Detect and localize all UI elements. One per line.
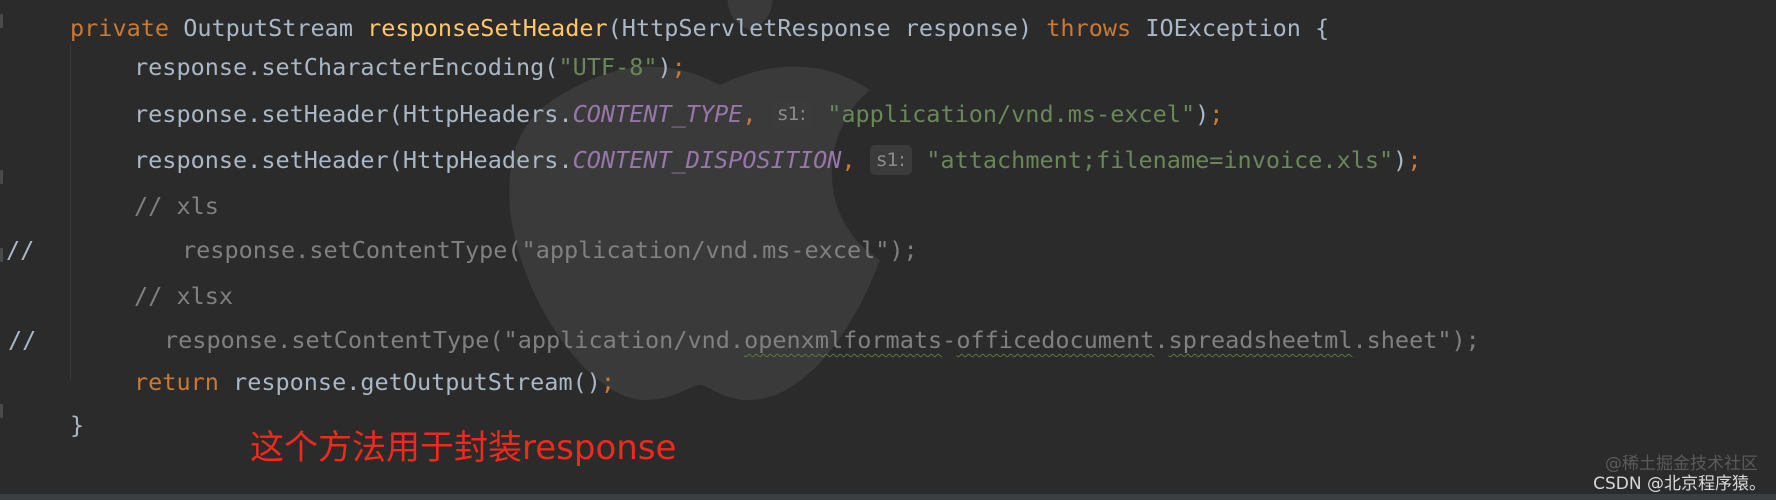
code-token: openxmlformats: [744, 326, 943, 354]
code-token: response.setContentType("application/vnd…: [164, 326, 745, 354]
code-line[interactable]: return response.getOutputStream();: [134, 362, 615, 402]
code-token: ): [657, 53, 672, 81]
code-token: response.setCharacterEncoding(: [134, 53, 559, 81]
code-line[interactable]: response.setHeader(HttpHeaders.CONTENT_T…: [134, 94, 1223, 134]
code-token: ;: [1407, 146, 1422, 174]
code-token: .: [1154, 326, 1169, 354]
code-line[interactable]: response.setCharacterEncoding("UTF-8");: [134, 47, 686, 87]
code-token: CONTENT_DISPOSITION: [572, 146, 842, 174]
code-token: ;: [671, 53, 686, 81]
code-token: private: [70, 14, 184, 42]
parameter-hint: s1:: [869, 145, 913, 175]
code-line[interactable]: response.setContentType("application/vnd…: [182, 230, 918, 270]
code-token: ,: [742, 100, 771, 128]
code-token: IOException {: [1145, 14, 1330, 42]
code-line[interactable]: response.setHeader(HttpHeaders.CONTENT_D…: [134, 140, 1421, 180]
code-token: // xls: [134, 192, 219, 220]
code-line[interactable]: }: [70, 405, 84, 445]
code-token: "attachment;filename=invoice.xls": [926, 146, 1394, 174]
code-token: "UTF-8": [558, 53, 658, 81]
code-token: responseSetHeader: [367, 14, 608, 42]
code-token: ;: [1209, 100, 1224, 128]
code-token: ): [1195, 100, 1210, 128]
code-token: "application/vnd.ms-excel": [827, 100, 1196, 128]
red-annotation-text: 这个方法用于封装response: [250, 428, 677, 468]
code-token: -: [942, 326, 957, 354]
code-line[interactable]: private OutputStream responseSetHeader(H…: [70, 8, 1329, 48]
code-line[interactable]: // xls: [134, 186, 219, 226]
editor-bottom-edge: [0, 494, 1776, 500]
code-token: throws: [1046, 14, 1146, 42]
gutter-comment-mark: //: [6, 236, 35, 264]
code-token: response.setContentType("application/vnd…: [182, 236, 918, 264]
code-token: return: [134, 368, 234, 396]
code-token: }: [70, 411, 85, 439]
code-line[interactable]: response.setContentType("application/vnd…: [164, 320, 1480, 360]
gutter-comment-mark: //: [8, 326, 37, 354]
code-editor[interactable]: private OutputStream responseSetHeader(H…: [0, 0, 1776, 500]
code-token: ;: [600, 368, 616, 396]
code-token: response.getOutputStream(): [233, 368, 601, 396]
csdn-credit-watermark: CSDN @北京程序猿。: [1593, 474, 1766, 494]
parameter-hint: s1:: [770, 99, 814, 129]
code-token: response.setHeader(HttpHeaders.: [134, 146, 573, 174]
code-line[interactable]: // xlsx: [134, 276, 233, 316]
code-token: officedocument: [956, 326, 1155, 354]
code-token: (HttpServletResponse response): [607, 14, 1047, 42]
code-token: OutputStream: [183, 14, 368, 42]
code-token: .sheet");: [1352, 326, 1480, 354]
code-token: CONTENT_TYPE: [572, 100, 743, 128]
code-token: ): [1393, 146, 1408, 174]
code-token: response.setHeader(HttpHeaders.: [134, 100, 573, 128]
code-token: // xlsx: [134, 282, 234, 310]
code-token: spreadsheetml: [1168, 326, 1353, 354]
code-token: ,: [841, 146, 870, 174]
